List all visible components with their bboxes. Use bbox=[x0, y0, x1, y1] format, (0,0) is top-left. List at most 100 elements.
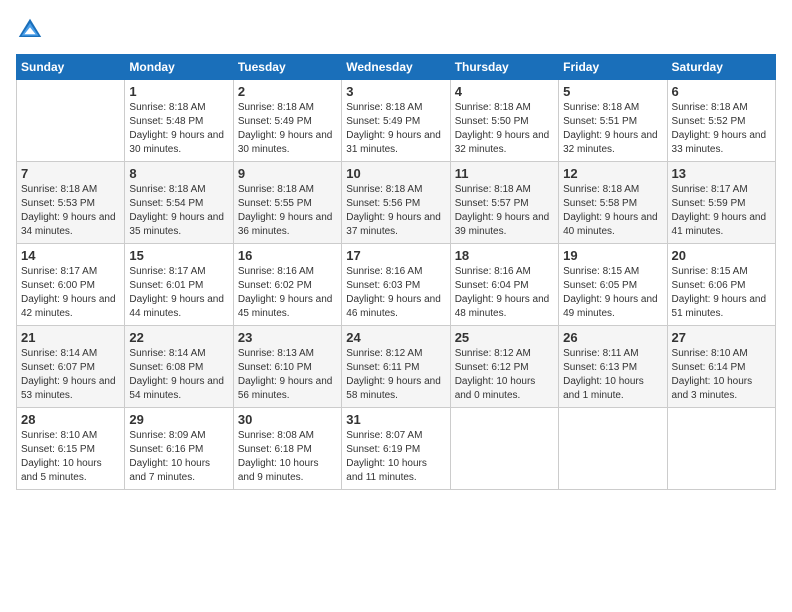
header-cell-tuesday: Tuesday bbox=[233, 55, 341, 80]
day-info: Sunrise: 8:09 AMSunset: 6:16 PMDaylight:… bbox=[129, 429, 228, 485]
day-info: Sunrise: 8:17 AMSunset: 6:01 PMDaylight:… bbox=[129, 265, 228, 321]
day-number: 5 bbox=[563, 84, 662, 99]
day-cell: 8 Sunrise: 8:18 AMSunset: 5:54 PMDaylight… bbox=[125, 162, 233, 244]
week-row-5: 28 Sunrise: 8:10 AMSunset: 6:15 PMDayligh… bbox=[17, 408, 776, 490]
day-info: Sunrise: 8:10 AMSunset: 6:15 PMDaylight:… bbox=[21, 429, 120, 485]
day-cell: 26 Sunrise: 8:11 AMSunset: 6:13 PMDayligh… bbox=[559, 326, 667, 408]
header-cell-wednesday: Wednesday bbox=[342, 55, 450, 80]
day-number: 18 bbox=[455, 248, 554, 263]
day-number: 15 bbox=[129, 248, 228, 263]
day-info: Sunrise: 8:15 AMSunset: 6:05 PMDaylight:… bbox=[563, 265, 662, 321]
day-number: 22 bbox=[129, 330, 228, 345]
day-cell: 13 Sunrise: 8:17 AMSunset: 5:59 PMDayligh… bbox=[667, 162, 775, 244]
day-cell: 4 Sunrise: 8:18 AMSunset: 5:50 PMDaylight… bbox=[450, 80, 558, 162]
logo bbox=[16, 16, 48, 44]
header-cell-thursday: Thursday bbox=[450, 55, 558, 80]
day-cell: 29Sunrise: 8:09 AMSunset: 6:16 PMDayligh… bbox=[125, 408, 233, 490]
week-row-1: 1Sunrise: 8:18 AMSunset: 5:48 PMDaylight… bbox=[17, 80, 776, 162]
day-info: Sunrise: 8:18 AMSunset: 5:50 PMDaylight:… bbox=[455, 101, 554, 157]
day-info: Sunrise: 8:15 AMSunset: 6:06 PMDaylight:… bbox=[672, 265, 771, 321]
day-number: 13 bbox=[672, 166, 771, 181]
day-info: Sunrise: 8:18 AMSunset: 5:56 PMDaylight:… bbox=[346, 183, 445, 239]
day-info: Sunrise: 8:18 AMSunset: 5:49 PMDaylight:… bbox=[346, 101, 445, 157]
day-cell: 19Sunrise: 8:15 AMSunset: 6:05 PMDayligh… bbox=[559, 244, 667, 326]
day-number: 25 bbox=[455, 330, 554, 345]
day-info: Sunrise: 8:11 AMSunset: 6:13 PMDaylight:… bbox=[563, 347, 662, 403]
day-cell: 21 Sunrise: 8:14 AMSunset: 6:07 PMDayligh… bbox=[17, 326, 125, 408]
header-cell-saturday: Saturday bbox=[667, 55, 775, 80]
day-cell: 28 Sunrise: 8:10 AMSunset: 6:15 PMDayligh… bbox=[17, 408, 125, 490]
week-row-2: 7Sunrise: 8:18 AMSunset: 5:53 PMDaylight… bbox=[17, 162, 776, 244]
day-number: 12 bbox=[563, 166, 662, 181]
day-info: Sunrise: 8:18 AMSunset: 5:58 PMDaylight:… bbox=[563, 183, 662, 239]
day-cell: 3Sunrise: 8:18 AMSunset: 5:49 PMDaylight… bbox=[342, 80, 450, 162]
day-info: Sunrise: 8:16 AMSunset: 6:03 PMDaylight:… bbox=[346, 265, 445, 321]
day-cell: 10 Sunrise: 8:18 AMSunset: 5:56 PMDayligh… bbox=[342, 162, 450, 244]
day-cell: 27 Sunrise: 8:10 AMSunset: 6:14 PMDayligh… bbox=[667, 326, 775, 408]
day-info: Sunrise: 8:18 AMSunset: 5:51 PMDaylight:… bbox=[563, 101, 662, 157]
day-cell bbox=[17, 80, 125, 162]
day-number: 1 bbox=[129, 84, 228, 99]
day-cell: 1Sunrise: 8:18 AMSunset: 5:48 PMDaylight… bbox=[125, 80, 233, 162]
logo-icon bbox=[16, 16, 44, 44]
day-number: 16 bbox=[238, 248, 337, 263]
day-cell: 2Sunrise: 8:18 AMSunset: 5:49 PMDaylight… bbox=[233, 80, 341, 162]
day-info: Sunrise: 8:17 AMSunset: 5:59 PMDaylight:… bbox=[672, 183, 771, 239]
week-row-3: 14Sunrise: 8:17 AMSunset: 6:00 PMDayligh… bbox=[17, 244, 776, 326]
day-cell: 7Sunrise: 8:18 AMSunset: 5:53 PMDaylight… bbox=[17, 162, 125, 244]
day-number: 4 bbox=[455, 84, 554, 99]
header bbox=[16, 16, 776, 44]
day-info: Sunrise: 8:14 AMSunset: 6:08 PMDaylight:… bbox=[129, 347, 228, 403]
day-cell: 25 Sunrise: 8:12 AMSunset: 6:12 PMDayligh… bbox=[450, 326, 558, 408]
day-cell: 20 Sunrise: 8:15 AMSunset: 6:06 PMDayligh… bbox=[667, 244, 775, 326]
day-info: Sunrise: 8:13 AMSunset: 6:10 PMDaylight:… bbox=[238, 347, 337, 403]
day-number: 21 bbox=[21, 330, 120, 345]
day-cell: 14Sunrise: 8:17 AMSunset: 6:00 PMDayligh… bbox=[17, 244, 125, 326]
day-info: Sunrise: 8:18 AMSunset: 5:49 PMDaylight:… bbox=[238, 101, 337, 157]
day-cell: 15 Sunrise: 8:17 AMSunset: 6:01 PMDayligh… bbox=[125, 244, 233, 326]
day-info: Sunrise: 8:18 AMSunset: 5:54 PMDaylight:… bbox=[129, 183, 228, 239]
calendar-header: SundayMondayTuesdayWednesdayThursdayFrid… bbox=[17, 55, 776, 80]
day-number: 27 bbox=[672, 330, 771, 345]
header-cell-friday: Friday bbox=[559, 55, 667, 80]
day-cell: 24Sunrise: 8:12 AMSunset: 6:11 PMDayligh… bbox=[342, 326, 450, 408]
day-info: Sunrise: 8:10 AMSunset: 6:14 PMDaylight:… bbox=[672, 347, 771, 403]
day-info: Sunrise: 8:08 AMSunset: 6:18 PMDaylight:… bbox=[238, 429, 337, 485]
day-number: 23 bbox=[238, 330, 337, 345]
day-number: 26 bbox=[563, 330, 662, 345]
day-cell bbox=[559, 408, 667, 490]
calendar-body: 1Sunrise: 8:18 AMSunset: 5:48 PMDaylight… bbox=[17, 80, 776, 490]
day-info: Sunrise: 8:07 AMSunset: 6:19 PMDaylight:… bbox=[346, 429, 445, 485]
day-info: Sunrise: 8:18 AMSunset: 5:57 PMDaylight:… bbox=[455, 183, 554, 239]
day-info: Sunrise: 8:18 AMSunset: 5:55 PMDaylight:… bbox=[238, 183, 337, 239]
page: SundayMondayTuesdayWednesdayThursdayFrid… bbox=[0, 0, 792, 612]
day-cell: 17Sunrise: 8:16 AMSunset: 6:03 PMDayligh… bbox=[342, 244, 450, 326]
day-cell: 11 Sunrise: 8:18 AMSunset: 5:57 PMDayligh… bbox=[450, 162, 558, 244]
day-number: 10 bbox=[346, 166, 445, 181]
day-cell: 23 Sunrise: 8:13 AMSunset: 6:10 PMDayligh… bbox=[233, 326, 341, 408]
day-info: Sunrise: 8:16 AMSunset: 6:04 PMDaylight:… bbox=[455, 265, 554, 321]
day-info: Sunrise: 8:14 AMSunset: 6:07 PMDaylight:… bbox=[21, 347, 120, 403]
calendar-table: SundayMondayTuesdayWednesdayThursdayFrid… bbox=[16, 54, 776, 490]
day-number: 20 bbox=[672, 248, 771, 263]
day-cell: 30 Sunrise: 8:08 AMSunset: 6:18 PMDayligh… bbox=[233, 408, 341, 490]
day-info: Sunrise: 8:18 AMSunset: 5:53 PMDaylight:… bbox=[21, 183, 120, 239]
day-cell: 22 Sunrise: 8:14 AMSunset: 6:08 PMDayligh… bbox=[125, 326, 233, 408]
day-info: Sunrise: 8:12 AMSunset: 6:12 PMDaylight:… bbox=[455, 347, 554, 403]
day-number: 28 bbox=[21, 412, 120, 427]
day-cell bbox=[450, 408, 558, 490]
day-info: Sunrise: 8:18 AMSunset: 5:52 PMDaylight:… bbox=[672, 101, 771, 157]
day-cell: 12 Sunrise: 8:18 AMSunset: 5:58 PMDayligh… bbox=[559, 162, 667, 244]
day-number: 11 bbox=[455, 166, 554, 181]
day-number: 8 bbox=[129, 166, 228, 181]
day-number: 30 bbox=[238, 412, 337, 427]
week-row-4: 21 Sunrise: 8:14 AMSunset: 6:07 PMDayligh… bbox=[17, 326, 776, 408]
day-cell: 9 Sunrise: 8:18 AMSunset: 5:55 PMDaylight… bbox=[233, 162, 341, 244]
day-cell: 6Sunrise: 8:18 AMSunset: 5:52 PMDaylight… bbox=[667, 80, 775, 162]
day-cell: 31Sunrise: 8:07 AMSunset: 6:19 PMDayligh… bbox=[342, 408, 450, 490]
day-cell bbox=[667, 408, 775, 490]
header-cell-monday: Monday bbox=[125, 55, 233, 80]
day-number: 24 bbox=[346, 330, 445, 345]
day-number: 9 bbox=[238, 166, 337, 181]
day-info: Sunrise: 8:17 AMSunset: 6:00 PMDaylight:… bbox=[21, 265, 120, 321]
